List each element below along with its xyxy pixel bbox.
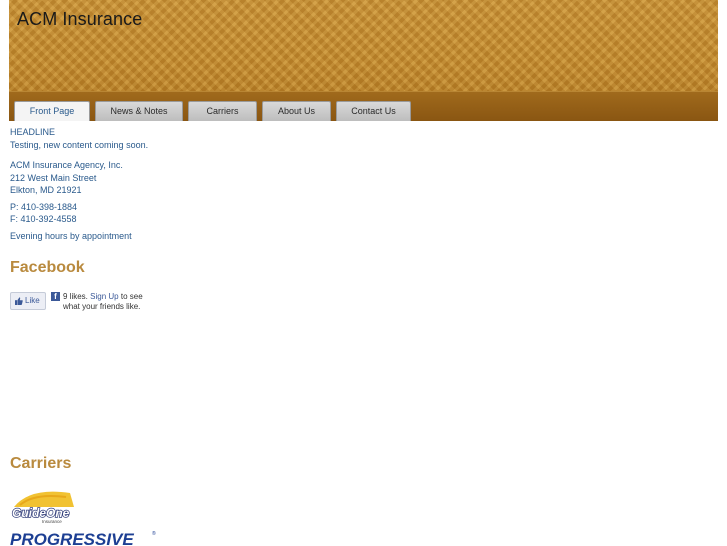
progressive-logo[interactable]: PROGRESSIVE ® <box>10 528 160 546</box>
intro-text: Testing, new content coming soon. <box>10 139 149 150</box>
nav-bar: Front Page News & Notes Carriers About U… <box>9 91 718 121</box>
guideone-tagline: Insurance <box>42 519 62 524</box>
hours-text: Evening hours by appointment <box>10 230 132 241</box>
phone-number: P: 410-398-1884 <box>10 201 78 212</box>
guideone-logo[interactable]: GuideOne Insurance <box>10 489 80 525</box>
tab-about-us[interactable]: About Us <box>262 101 331 121</box>
nav-tabs: Front Page News & Notes Carriers About U… <box>14 101 411 121</box>
site-header: ACM Insurance Front Page News & Notes Ca… <box>9 0 718 121</box>
facebook-icon: f <box>51 292 60 301</box>
thumbs-up-icon <box>15 297 23 305</box>
like-label: Like <box>25 296 40 305</box>
tab-carriers[interactable]: Carriers <box>188 101 257 121</box>
facebook-heading: Facebook <box>10 259 85 276</box>
tab-contact-us[interactable]: Contact Us <box>336 101 411 121</box>
headline: HEADLINE <box>10 127 56 137</box>
address-line-street: 212 West Main Street <box>10 172 97 183</box>
site-title[interactable]: ACM Insurance <box>17 9 142 30</box>
svg-text:GuideOne: GuideOne <box>12 506 70 520</box>
likes-count: 9 likes. <box>63 292 88 301</box>
address-line-city: Elkton, MD 21921 <box>10 185 82 195</box>
facebook-likes-text: 9 likes. Sign Up to see what your friend… <box>63 292 153 312</box>
carriers-heading: Carriers <box>10 455 72 472</box>
facebook-like-button[interactable]: Like <box>10 292 46 310</box>
svg-text:PROGRESSIVE: PROGRESSIVE <box>10 530 134 546</box>
tab-front-page[interactable]: Front Page <box>14 101 90 121</box>
fax-number: F: 410-392-4558 <box>10 214 77 224</box>
tab-news-notes[interactable]: News & Notes <box>95 101 183 121</box>
signup-link[interactable]: Sign Up <box>90 292 118 301</box>
svg-text:®: ® <box>152 530 156 537</box>
main-content: HEADLINE Testing, new content coming soo… <box>10 126 710 242</box>
address-line-company: ACM Insurance Agency, Inc. <box>10 160 123 170</box>
